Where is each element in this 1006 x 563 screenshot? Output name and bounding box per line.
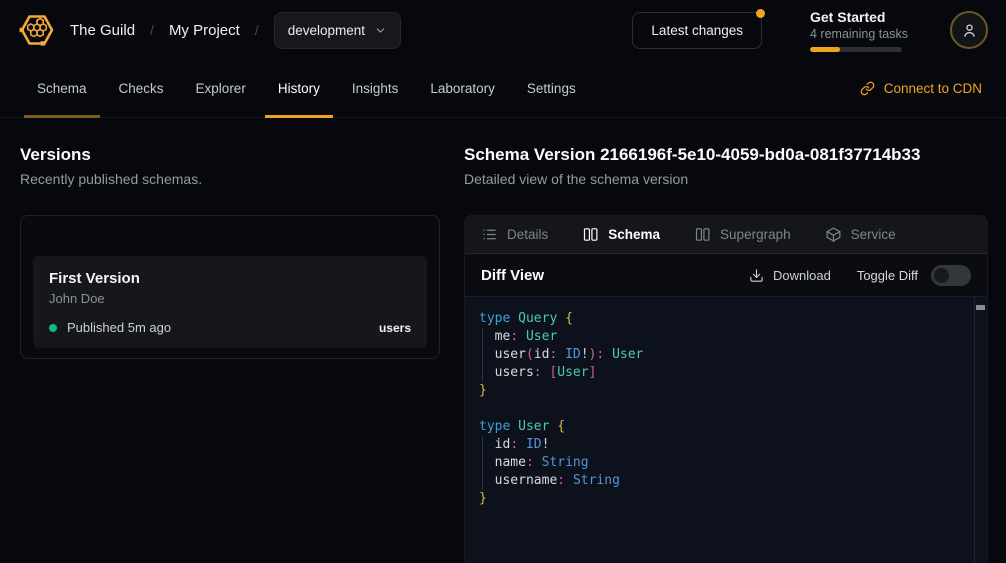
schema-code-viewer[interactable]: type Query { me: User user(id: ID!): Use… (465, 297, 987, 563)
service-badge: users (379, 321, 411, 335)
code-line: id: ID! (479, 436, 967, 454)
code-line: username: String (479, 472, 967, 490)
notification-dot-icon (756, 9, 765, 18)
schema-version-title: Schema Version 2166196f-5e10-4059-bd0a-0… (464, 144, 988, 165)
scrollbar-thumb[interactable] (976, 305, 985, 310)
nav-tab-laboratory[interactable]: Laboratory (417, 60, 508, 117)
header-actions: Latest changes Get Started 4 remaining t… (632, 9, 988, 52)
versions-title: Versions (20, 144, 440, 165)
toggle-diff-group: Toggle Diff (857, 265, 971, 286)
schema-version-panel: Schema Version 2166196f-5e10-4059-bd0a-0… (464, 144, 988, 563)
nav-tab-history[interactable]: History (265, 60, 333, 117)
code-line: name: String (479, 454, 967, 472)
code-line: } (479, 490, 967, 508)
schema-detail-card: Details Schema Supergraph Service Diff View… (464, 215, 988, 563)
indent-guide (482, 436, 483, 490)
version-meta-row: Published 5m ago users (49, 320, 411, 335)
get-started-title: Get Started (810, 9, 902, 26)
nav-tab-insights[interactable]: Insights (339, 60, 412, 117)
latest-changes-button[interactable]: Latest changes (632, 12, 762, 49)
detail-tabs: Details Schema Supergraph Service (465, 216, 987, 254)
box-icon (825, 226, 842, 243)
code-line: users: [User] (479, 364, 967, 382)
get-started-widget[interactable]: Get Started 4 remaining tasks (810, 9, 902, 52)
breadcrumb-org[interactable]: The Guild (70, 22, 135, 39)
detail-tab-label: Details (507, 227, 548, 242)
breadcrumb-project[interactable]: My Project (169, 22, 240, 39)
indent-guide (482, 328, 483, 382)
detail-tab-label: Supergraph (720, 227, 791, 242)
connect-to-cdn-label: Connect to CDN (884, 81, 982, 96)
nav-tab-checks[interactable]: Checks (106, 60, 177, 117)
list-icon (481, 226, 498, 243)
diff-view-title: Diff View (481, 267, 544, 284)
user-icon (961, 22, 978, 39)
published-status-dot-icon (49, 324, 57, 332)
code-line: type Query { (479, 310, 967, 328)
detail-tab-service[interactable]: Service (825, 226, 896, 243)
get-started-progress-fill (810, 47, 840, 52)
versions-subtitle: Recently published schemas. (20, 171, 440, 188)
detail-tab-schema[interactable]: Schema (582, 226, 660, 243)
avatar[interactable] (950, 11, 988, 49)
chevron-down-icon (374, 24, 387, 37)
toggle-diff-label: Toggle Diff (857, 268, 918, 283)
versions-panel: Versions Recently published schemas. Fir… (20, 144, 440, 563)
get-started-progress-bar (810, 47, 902, 52)
breadcrumb: The Guild / My Project / development (70, 12, 401, 49)
version-name: First Version (49, 269, 411, 288)
version-author: John Doe (49, 291, 411, 307)
code-lines: type Query { me: User user(id: ID!): Use… (479, 310, 967, 508)
version-list-item[interactable]: First Version John Doe Published 5m ago … (33, 256, 427, 348)
target-selector[interactable]: development (274, 12, 401, 49)
code-line: } (479, 382, 967, 400)
detail-tab-label: Service (851, 227, 896, 242)
main-content: Versions Recently published schemas. Fir… (0, 118, 1006, 563)
code-line: user(id: ID!): User (479, 346, 967, 364)
latest-changes-label: Latest changes (651, 23, 743, 38)
switch-knob (934, 268, 949, 283)
link-icon (860, 81, 875, 96)
download-label: Download (773, 268, 831, 283)
primary-nav: SchemaChecksExplorerHistoryInsightsLabor… (0, 60, 1006, 118)
columns-icon (694, 226, 711, 243)
app-header: The Guild / My Project / development Lat… (0, 0, 1006, 60)
version-status-text: Published 5m ago (67, 320, 171, 335)
get-started-subtitle: 4 remaining tasks (810, 26, 902, 42)
breadcrumb-separator: / (255, 22, 259, 38)
code-line (479, 400, 967, 418)
guild-logo-icon[interactable] (16, 9, 58, 51)
toggle-diff-switch[interactable] (931, 265, 971, 286)
diff-view-actions: Download Toggle Diff (749, 265, 971, 286)
versions-list-card: First Version John Doe Published 5m ago … (20, 215, 440, 359)
detail-tab-label: Schema (608, 227, 660, 242)
scrollbar[interactable] (974, 297, 987, 563)
download-button[interactable]: Download (749, 268, 831, 283)
diff-view-header: Diff View Download Toggle Diff (465, 254, 987, 297)
download-icon (749, 268, 764, 283)
detail-tab-details[interactable]: Details (481, 226, 548, 243)
code-line: me: User (479, 328, 967, 346)
detail-tab-supergraph[interactable]: Supergraph (694, 226, 791, 243)
nav-tab-explorer[interactable]: Explorer (183, 60, 259, 117)
nav-tab-schema[interactable]: Schema (24, 60, 100, 117)
breadcrumb-separator: / (150, 22, 154, 38)
app-root: The Guild / My Project / development Lat… (0, 0, 1006, 563)
code-line: type User { (479, 418, 967, 436)
nav-tab-settings[interactable]: Settings (514, 60, 589, 117)
schema-version-subtitle: Detailed view of the schema version (464, 171, 988, 188)
target-selector-value: development (288, 23, 365, 38)
connect-to-cdn-link[interactable]: Connect to CDN (860, 60, 982, 117)
columns-icon (582, 226, 599, 243)
